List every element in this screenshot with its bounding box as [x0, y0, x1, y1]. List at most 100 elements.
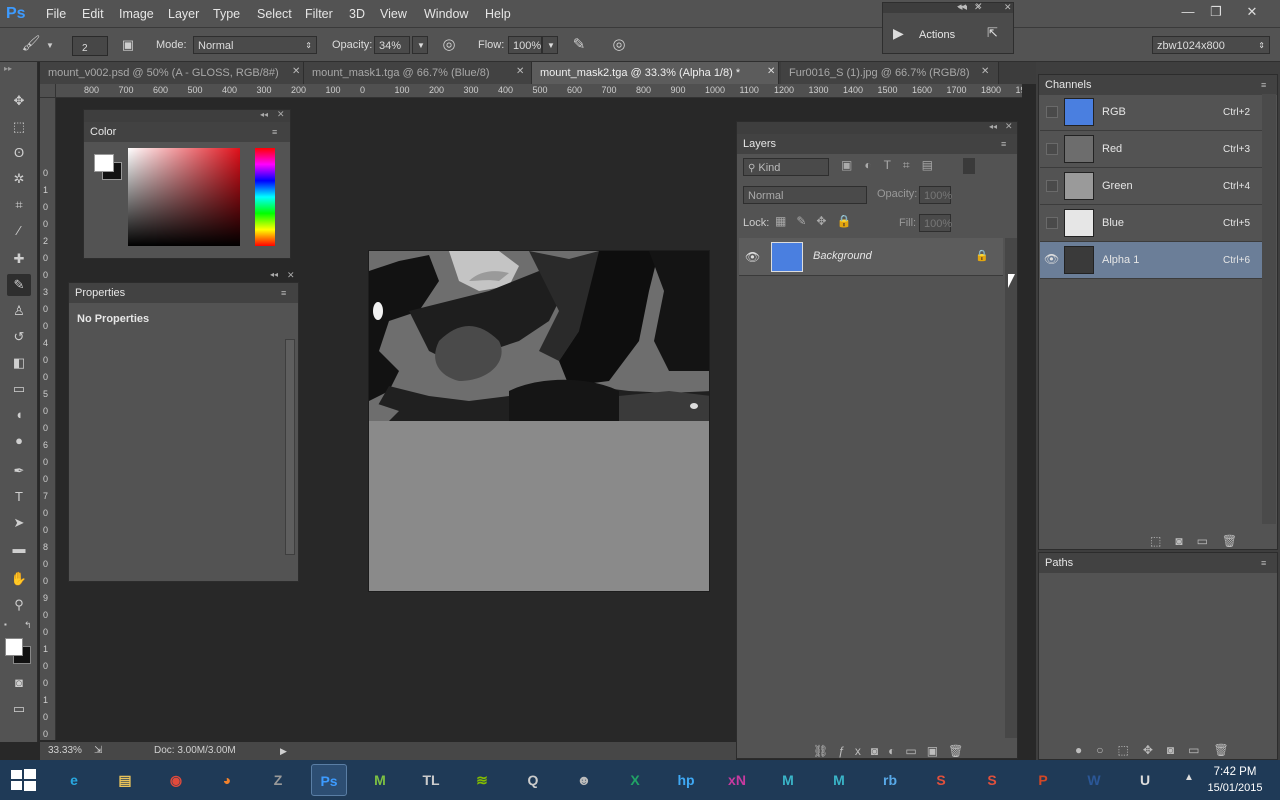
play-icon[interactable]: ▶: [280, 742, 287, 760]
blend-mode-select[interactable]: Normal: [743, 186, 867, 204]
clock-time[interactable]: 7:42 PM: [1206, 766, 1264, 778]
pressure-size-icon[interactable]: ◎: [608, 34, 630, 56]
menu-edit[interactable]: Edit: [76, 0, 110, 28]
blur-tool-icon[interactable]: ◖: [7, 404, 31, 426]
healing-brush-tool-icon[interactable]: ✚: [7, 248, 31, 270]
panel-menu-icon[interactable]: ≡: [1001, 134, 1006, 154]
taskbar-substance-painter-icon[interactable]: S: [974, 764, 1010, 796]
taskbar-explorer-icon[interactable]: ▤: [107, 764, 143, 796]
airbrush-icon[interactable]: ✎: [568, 34, 590, 56]
brush-tool-icon[interactable]: ✎: [7, 274, 31, 296]
eyedropper-tool-icon[interactable]: ⁄: [7, 220, 31, 242]
taskbar-marmoset-icon[interactable]: ☻: [566, 764, 602, 796]
layer-name[interactable]: Background: [813, 250, 872, 262]
close-icon[interactable]: ✕: [1005, 121, 1013, 132]
channel-row[interactable]: Blue Ctrl+5: [1040, 205, 1262, 242]
taskbar-unfold-icon[interactable]: Q: [515, 764, 551, 796]
actions-label[interactable]: Actions: [919, 29, 955, 41]
eraser-tool-icon[interactable]: ◧: [7, 352, 31, 374]
menu-file[interactable]: File: [40, 0, 72, 28]
layer-filter-select[interactable]: ⚲ Kind: [743, 158, 829, 176]
taskbar-spotify-icon[interactable]: ≋: [464, 764, 500, 796]
export-icon[interactable]: ⇲: [94, 742, 102, 760]
menu-window[interactable]: Window: [418, 0, 474, 28]
taskbar-zbrush-icon[interactable]: Z: [260, 764, 296, 796]
foreground-color-swatch[interactable]: [94, 154, 114, 172]
panel-menu-icon[interactable]: ≡: [1261, 75, 1266, 95]
menu-image[interactable]: Image: [113, 0, 160, 28]
opacity-input[interactable]: 34%: [374, 36, 410, 54]
fill-input[interactable]: 100%: [919, 214, 952, 232]
taskbar-excel-icon[interactable]: X: [617, 764, 653, 796]
taskbar-ie-icon[interactable]: e: [56, 764, 92, 796]
pressure-opacity-icon[interactable]: ◎: [438, 34, 460, 56]
layers-panel-drag-bar[interactable]: [737, 122, 1017, 134]
screen-mode-icon[interactable]: ▭: [7, 698, 31, 720]
visibility-toggle[interactable]: [1046, 180, 1058, 192]
taskbar-photoshop-icon[interactable]: Ps: [311, 764, 347, 796]
document-canvas[interactable]: [368, 250, 710, 592]
magic-wand-tool-icon[interactable]: ✲: [7, 168, 31, 190]
doc-size-info[interactable]: Doc: 3.00M/3.00M: [154, 742, 236, 760]
scrollbar[interactable]: [285, 339, 295, 555]
start-button[interactable]: [10, 768, 36, 792]
flow-dropdown[interactable]: ▼: [542, 36, 558, 54]
brush-panel-icon[interactable]: ▣: [117, 34, 139, 56]
dodge-tool-icon[interactable]: ●: [7, 430, 31, 452]
scrollbar[interactable]: [1005, 238, 1017, 738]
taskbar-hp-icon[interactable]: hp: [668, 764, 704, 796]
taskbar-rb-icon[interactable]: rb: [872, 764, 908, 796]
tab-mount-mask2[interactable]: mount_mask2.tga @ 33.3% (Alpha 1/8) *: [532, 62, 779, 84]
panel-menu-icon[interactable]: ≡: [272, 122, 277, 142]
type-tool-icon[interactable]: T: [7, 486, 31, 508]
menu-select[interactable]: Select: [251, 0, 298, 28]
taskbar-tl-icon[interactable]: TL: [413, 764, 449, 796]
clone-stamp-tool-icon[interactable]: ♙: [7, 300, 31, 322]
layers-panel-title[interactable]: Layers: [743, 138, 776, 150]
collapse-icon[interactable]: ◂◂: [270, 270, 278, 279]
tab-close-icon[interactable]: ✕: [516, 66, 524, 77]
menu-type[interactable]: Type: [207, 0, 246, 28]
paths-panel-title[interactable]: Paths: [1045, 557, 1073, 569]
channel-row[interactable]: 👁 Alpha 1 Ctrl+6: [1040, 242, 1262, 279]
close-icon[interactable]: ✕: [1004, 2, 1012, 13]
panel-menu-icon[interactable]: ≡: [281, 283, 286, 303]
eye-icon[interactable]: 👁: [1044, 252, 1059, 266]
tab-close-icon[interactable]: ✕: [767, 66, 775, 77]
lock-icons[interactable]: ▦✎✥🔒: [775, 214, 861, 228]
channel-row[interactable]: RGB Ctrl+2: [1040, 94, 1262, 131]
panel-menu-icon[interactable]: ≡: [1261, 553, 1266, 573]
history-brush-tool-icon[interactable]: ↺: [7, 326, 31, 348]
taskbar-substance-designer-icon[interactable]: S: [923, 764, 959, 796]
menu-3d[interactable]: 3D: [343, 0, 371, 28]
menu-help[interactable]: Help: [479, 0, 517, 28]
shape-tool-icon[interactable]: ▬: [7, 538, 31, 560]
gradient-tool-icon[interactable]: ▭: [7, 378, 31, 400]
maximize-button[interactable]: ❐: [1202, 2, 1230, 22]
close-icon[interactable]: ✕: [287, 270, 295, 281]
collapse-icon[interactable]: ◂◂: [260, 110, 268, 119]
taskbar-word-icon[interactable]: W: [1076, 764, 1112, 796]
taskbar-firefox-icon[interactable]: ◕: [209, 764, 245, 796]
swap-colors-icon[interactable]: ↰: [24, 620, 32, 631]
minimize-button[interactable]: —: [1174, 2, 1202, 22]
close-icon[interactable]: ✕: [974, 2, 982, 13]
chevron-down-icon[interactable]: ▼: [46, 41, 54, 50]
opacity-dropdown[interactable]: ▼: [412, 36, 428, 54]
crop-tool-icon[interactable]: ⌗: [7, 194, 31, 216]
panel-options-icon[interactable]: ⇱: [987, 25, 998, 41]
default-colors-icon[interactable]: ▪: [4, 620, 7, 629]
vertical-ruler[interactable]: 0 1 0 0 2 0 0 3 0 0 4 0 0 5 0 0 6 0 0 7 0 0 8 0 0 9 0 0 1 0 0 1 0 0: [40, 98, 56, 740]
taskbar-unreal-icon[interactable]: U: [1127, 764, 1163, 796]
collapse-icon[interactable]: ◂◂: [989, 122, 997, 131]
foreground-color-swatch[interactable]: [5, 638, 23, 656]
workspace-select[interactable]: zbw1024x800 ⇕: [1152, 36, 1270, 54]
zoom-tool-icon[interactable]: ⚲: [7, 594, 31, 616]
channels-panel-title[interactable]: Channels: [1045, 79, 1091, 91]
taskbar-powerpoint-icon[interactable]: P: [1025, 764, 1061, 796]
hand-tool-icon[interactable]: ✋: [7, 568, 31, 590]
ruler-origin[interactable]: [40, 84, 56, 98]
layer-row[interactable]: 👁 Background 🔒: [739, 238, 1003, 276]
taskbar-xn-icon[interactable]: xN: [719, 764, 755, 796]
taskbar-maya-icon[interactable]: M: [821, 764, 857, 796]
